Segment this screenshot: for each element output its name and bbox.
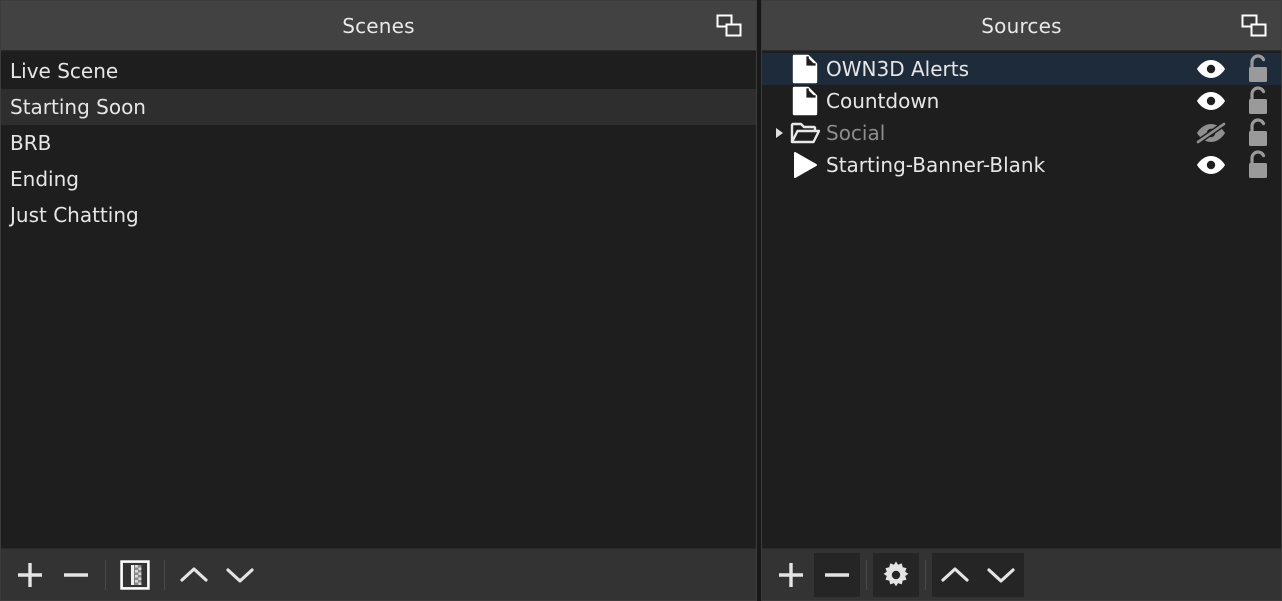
scene-list-item[interactable]: BRB — [1, 125, 756, 161]
chevron-up-icon — [178, 563, 210, 587]
scene-item-label: Live Scene — [10, 59, 119, 83]
toolbar-separator — [866, 559, 867, 590]
move-scene-down-button[interactable] — [217, 553, 263, 597]
scene-item-label: Ending — [10, 167, 79, 191]
sources-dock-title: Sources — [981, 13, 1062, 38]
minus-icon — [822, 560, 852, 590]
scene-item-label: Just Chatting — [10, 203, 139, 227]
scene-list-item[interactable]: Just Chatting — [1, 197, 756, 233]
scene-item-label: BRB — [10, 131, 52, 155]
eye-icon[interactable] — [1187, 90, 1235, 112]
source-item-label: OWN3D Alerts — [826, 57, 969, 81]
source-list-item[interactable]: OWN3D Alerts — [762, 53, 1281, 85]
folder-open-icon — [788, 120, 822, 146]
eye-slash-icon[interactable] — [1187, 122, 1235, 144]
move-scene-up-button[interactable] — [171, 553, 217, 597]
source-properties-button[interactable] — [873, 552, 919, 597]
move-source-up-button[interactable] — [932, 552, 978, 597]
scene-list-item[interactable]: Live Scene — [1, 53, 756, 89]
minus-icon — [61, 560, 91, 590]
source-item-label: Starting-Banner-Blank — [826, 153, 1046, 177]
remove-scene-button[interactable] — [53, 553, 99, 597]
source-list-item[interactable]: Social — [762, 117, 1281, 149]
unlock-icon[interactable] — [1235, 117, 1281, 149]
plus-icon — [15, 560, 45, 590]
scene-list-item[interactable]: Ending — [1, 161, 756, 197]
scenes-float-window-icon[interactable] — [712, 11, 746, 41]
move-source-down-button[interactable] — [978, 552, 1024, 597]
scenes-dock-title: Scenes — [342, 13, 415, 38]
filters-icon — [120, 559, 150, 590]
chevron-down-icon — [224, 563, 256, 587]
scenes-dock: Scenes Live Scene Starting Soon BRB Ending J… — [0, 0, 757, 601]
expand-arrow-icon[interactable] — [770, 126, 788, 140]
chevron-up-icon — [939, 563, 971, 587]
sources-list[interactable]: OWN3D Alerts Countdown Social Starting-B… — [762, 51, 1281, 548]
unlock-icon[interactable] — [1235, 85, 1281, 117]
scenes-list[interactable]: Live Scene Starting Soon BRB Ending Just Cha… — [1, 51, 756, 548]
chevron-down-icon — [985, 563, 1017, 587]
plus-icon — [776, 560, 806, 590]
browser-source-icon — [788, 54, 822, 84]
source-list-item[interactable]: Countdown — [762, 85, 1281, 117]
add-scene-button[interactable] — [7, 553, 53, 597]
unlock-icon[interactable] — [1235, 53, 1281, 85]
toolbar-separator — [105, 559, 106, 590]
source-item-label: Countdown — [826, 89, 940, 113]
eye-icon[interactable] — [1187, 58, 1235, 80]
obs-dock-area: Scenes Live Scene Starting Soon BRB Ending J… — [0, 0, 1282, 601]
scene-list-item[interactable]: Starting Soon — [1, 89, 756, 125]
toolbar-separator — [925, 559, 926, 590]
source-item-label: Social — [826, 121, 886, 145]
sources-float-window-icon[interactable] — [1237, 11, 1271, 41]
remove-source-button[interactable] — [814, 552, 860, 597]
media-play-icon — [788, 151, 822, 179]
scene-item-label: Starting Soon — [10, 95, 146, 119]
unlock-icon[interactable] — [1235, 149, 1281, 181]
scene-filters-button[interactable] — [112, 553, 158, 597]
scenes-toolbar — [1, 548, 756, 600]
browser-source-icon — [788, 86, 822, 116]
eye-icon[interactable] — [1187, 154, 1235, 176]
gear-icon — [882, 561, 910, 589]
sources-toolbar — [762, 548, 1281, 600]
add-source-button[interactable] — [768, 553, 814, 597]
toolbar-separator — [164, 559, 165, 590]
sources-dock-titlebar: Sources — [762, 1, 1281, 51]
scenes-dock-titlebar: Scenes — [1, 1, 756, 51]
sources-dock: Sources OWN3D Alerts Countdown Social St… — [761, 0, 1282, 601]
source-list-item[interactable]: Starting-Banner-Blank — [762, 149, 1281, 181]
